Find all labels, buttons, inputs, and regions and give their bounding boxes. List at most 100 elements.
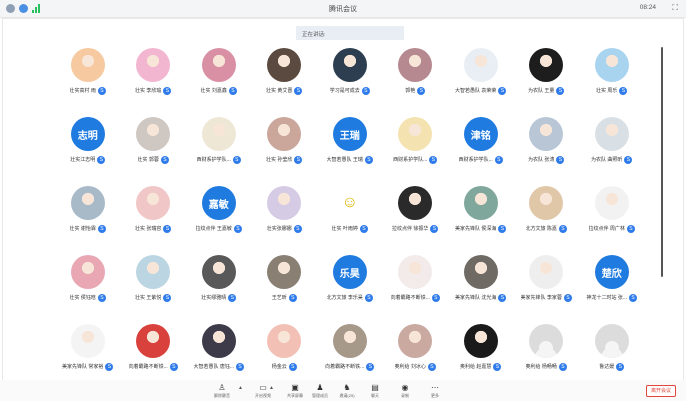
- participant-tile[interactable]: 大智若愚队 袁荣荣 S: [448, 48, 514, 117]
- participant-avatar: 津铭: [463, 117, 498, 151]
- participant-name: 神龙十二时站 张...: [586, 295, 628, 301]
- participant-tile[interactable]: 壮实 王紫悦 S: [121, 255, 187, 324]
- participant-tile[interactable]: 西财系护学队... S: [186, 117, 252, 186]
- chevron-up-icon[interactable]: ▲: [269, 385, 274, 391]
- participant-row: 志明 壮实江志明 S 壮实 郭蓉 S 西财系护学队... S 壮实 孙莹欣 S 王瑞 大智若愚队 王…: [55, 117, 645, 186]
- participant-tile[interactable]: 壮实 孙莹欣 S: [252, 117, 318, 186]
- participant-tile[interactable]: 学习是可成去 S: [317, 48, 383, 117]
- participant-name-row: 拉纹点伴 徐振华 S: [392, 224, 439, 233]
- participant-tile[interactable]: 西财系护学队... S: [383, 117, 449, 186]
- participant-tile[interactable]: 为农队 张涛 S: [514, 117, 580, 186]
- participant-name-row: 为农队 王量 S: [528, 86, 565, 95]
- participant-tile[interactable]: 美家先锋队 侯深海 S: [448, 186, 514, 255]
- participant-avatar: 乐昊: [332, 255, 367, 289]
- chevron-up-icon[interactable]: ▲: [238, 385, 243, 391]
- participant-tile[interactable]: 壮实 张瑞容 S: [121, 186, 187, 255]
- participant-tile[interactable]: 乐昊 北方文旅 李乐昊 S: [317, 255, 383, 324]
- participant-name: 美家先锋队 常家裕: [62, 364, 104, 370]
- emoji-avatar-icon: ☺: [341, 194, 358, 211]
- participant-tile[interactable]: 楚欣 神龙十二时站 张... S: [579, 255, 645, 324]
- toolbar-item-share-screen[interactable]: ▣ 共享屏幕: [281, 383, 309, 399]
- participant-tile[interactable]: 壮实缪雅晴 S: [186, 255, 252, 324]
- participant-tile[interactable]: 壮实高村 雨S: [55, 48, 121, 117]
- participant-name: 壮实 叶雨婷: [331, 226, 358, 232]
- participant-tile[interactable]: 津铭西财系护学队... S: [448, 117, 514, 186]
- toolbar-item-label: 开启视频: [255, 393, 271, 398]
- speaking-indicator: 正在讲话:: [296, 26, 404, 40]
- toolbar-item-more[interactable]: ⋯ 更多: [421, 383, 449, 399]
- participant-status-badge: S: [366, 362, 375, 371]
- participant-tile[interactable]: 壮实 侯钰晗 S: [55, 255, 121, 324]
- participant-name-row: 壮实 谢怡霖 S: [70, 224, 106, 233]
- participant-tile[interactable]: 嘉敏拉纹点伴 王嘉敏 S: [186, 186, 252, 255]
- toolbar-item-microphone[interactable]: ♙ 解除静音: [208, 383, 236, 399]
- participant-tile[interactable]: 拉纹点伴 周广林 S: [579, 186, 645, 255]
- participant-tile[interactable]: 为农队 王量 S: [514, 48, 580, 117]
- participant-name-row: 壮实 周乐 S: [596, 86, 628, 95]
- participant-status-badge: S: [626, 224, 635, 233]
- participant-name-row: 拉纹点伴 王嘉敏 S: [196, 224, 242, 233]
- participant-name: 拉纹点伴 王嘉敏: [195, 226, 232, 232]
- members-icon: ♟: [316, 383, 324, 392]
- participant-tile[interactable]: 北方文旅 陈嘉 S: [514, 186, 580, 255]
- participant-tile[interactable]: 为农队 曲照昕 S: [579, 117, 645, 186]
- participant-name: 壮实江志明: [70, 157, 96, 163]
- participant-avatar: [398, 324, 433, 358]
- participant-tile[interactable]: 壮实 刘嘉鑫 S: [186, 48, 252, 117]
- participant-avatar: [201, 48, 236, 82]
- participant-tile[interactable]: 壮实 周乐 S: [579, 48, 645, 117]
- participant-status-badge: S: [364, 155, 373, 164]
- more-icon: ⋯: [431, 383, 439, 392]
- participant-tile[interactable]: 郭艳 S: [383, 48, 449, 117]
- toolbar-item-label: 聊天: [371, 393, 379, 398]
- participant-status-badge: S: [97, 224, 106, 233]
- participant-name: 西财系护学队...: [393, 157, 428, 163]
- participant-tile[interactable]: 向着霸路不断铁... S: [383, 255, 449, 324]
- participant-name: 壮实 郭蓉: [137, 157, 159, 163]
- participant-tile[interactable]: 壮实 黄艾晋 S: [252, 48, 318, 117]
- toolbar-item-label: 管理成员: [312, 393, 328, 398]
- toolbar-item-invite[interactable]: ♞ 邀请(25): [333, 383, 361, 399]
- participant-row: 壮实 侯钰晗 S 壮实 王紫悦 S 壮实缪雅晴 S 王艺昕 S 乐昊 北方文旅 李乐昊 S 向着霸路不…: [55, 255, 645, 324]
- grid-scrollbar[interactable]: [661, 47, 663, 277]
- participant-tile[interactable]: 壮实张娜娜 S: [252, 186, 318, 255]
- participant-avatar: 嘉敏: [201, 186, 236, 220]
- participant-avatar: [529, 255, 564, 289]
- participant-tile[interactable]: 拉纹点伴 徐振华 S: [383, 186, 449, 255]
- meeting-toolbar: 离开会议 ♙ 解除静音 ▭ 开启视频 ▣ 共享屏幕 ♟ 管理成员 ♞ 邀请(25) ▤ 聊天 ◉ 录制 ⋯ 更…: [0, 380, 686, 401]
- participant-name: 壮实 谢怡霖: [69, 226, 96, 232]
- participant-tile[interactable]: 壮实 谢怡霖 S: [55, 186, 121, 255]
- participant-name-row: 学习是可成去 S: [330, 86, 370, 95]
- participant-tile[interactable]: ☺ 壮实 叶雨婷 S: [317, 186, 383, 255]
- toolbar-item-record[interactable]: ◉ 录制: [391, 383, 419, 399]
- participant-tile[interactable]: 王艺昕 S: [252, 255, 318, 324]
- fullscreen-icon[interactable]: ⛶: [672, 4, 678, 12]
- participant-status-badge: S: [233, 224, 242, 233]
- toolbar-item-members[interactable]: ♟ 管理成员: [306, 383, 334, 399]
- participant-avatar: 王瑞: [332, 117, 367, 151]
- toolbar-item-chat[interactable]: ▤ 聊天: [361, 383, 389, 399]
- participant-tile[interactable]: 美家先锋队 李家蓉 S: [514, 255, 580, 324]
- microphone-icon: ♙: [218, 383, 226, 392]
- participant-name-row: 西财系护学队... S: [197, 155, 241, 164]
- participant-avatar: [70, 48, 105, 82]
- participant-tile[interactable]: 壮实 郭蓉 S: [121, 117, 187, 186]
- participant-avatar: [267, 186, 302, 220]
- participant-name: 壮实 周乐: [596, 88, 618, 94]
- participant-name: 西财系护学队...: [196, 157, 231, 163]
- participant-name-row: 西财系护学队... S: [459, 155, 503, 164]
- participant-tile[interactable]: 志明 壮实江志明 S: [55, 117, 121, 186]
- leave-meeting-button[interactable]: 离开会议: [646, 385, 676, 397]
- participant-status-badge: S: [498, 86, 507, 95]
- participant-tile[interactable]: 壮实 李欣瑜 S: [121, 48, 187, 117]
- participant-name: 大智若愚队 王瑞: [326, 157, 363, 163]
- participant-status-badge: S: [624, 155, 633, 164]
- participant-avatar: [136, 48, 171, 82]
- toolbar-item-label: 录制: [401, 393, 409, 398]
- participant-tile[interactable]: 王瑞大智若愚队 王瑞 S: [317, 117, 383, 186]
- participant-name-row: 壮实 侯钰晗 S: [70, 293, 106, 302]
- participant-name-row: 向着霸路不断铁... S: [325, 362, 375, 371]
- participant-status-badge: S: [417, 86, 426, 95]
- participant-tile[interactable]: 美家先锋队 沈光海 S: [448, 255, 514, 324]
- participant-name: 美家先锋队 李家蓉: [520, 295, 562, 301]
